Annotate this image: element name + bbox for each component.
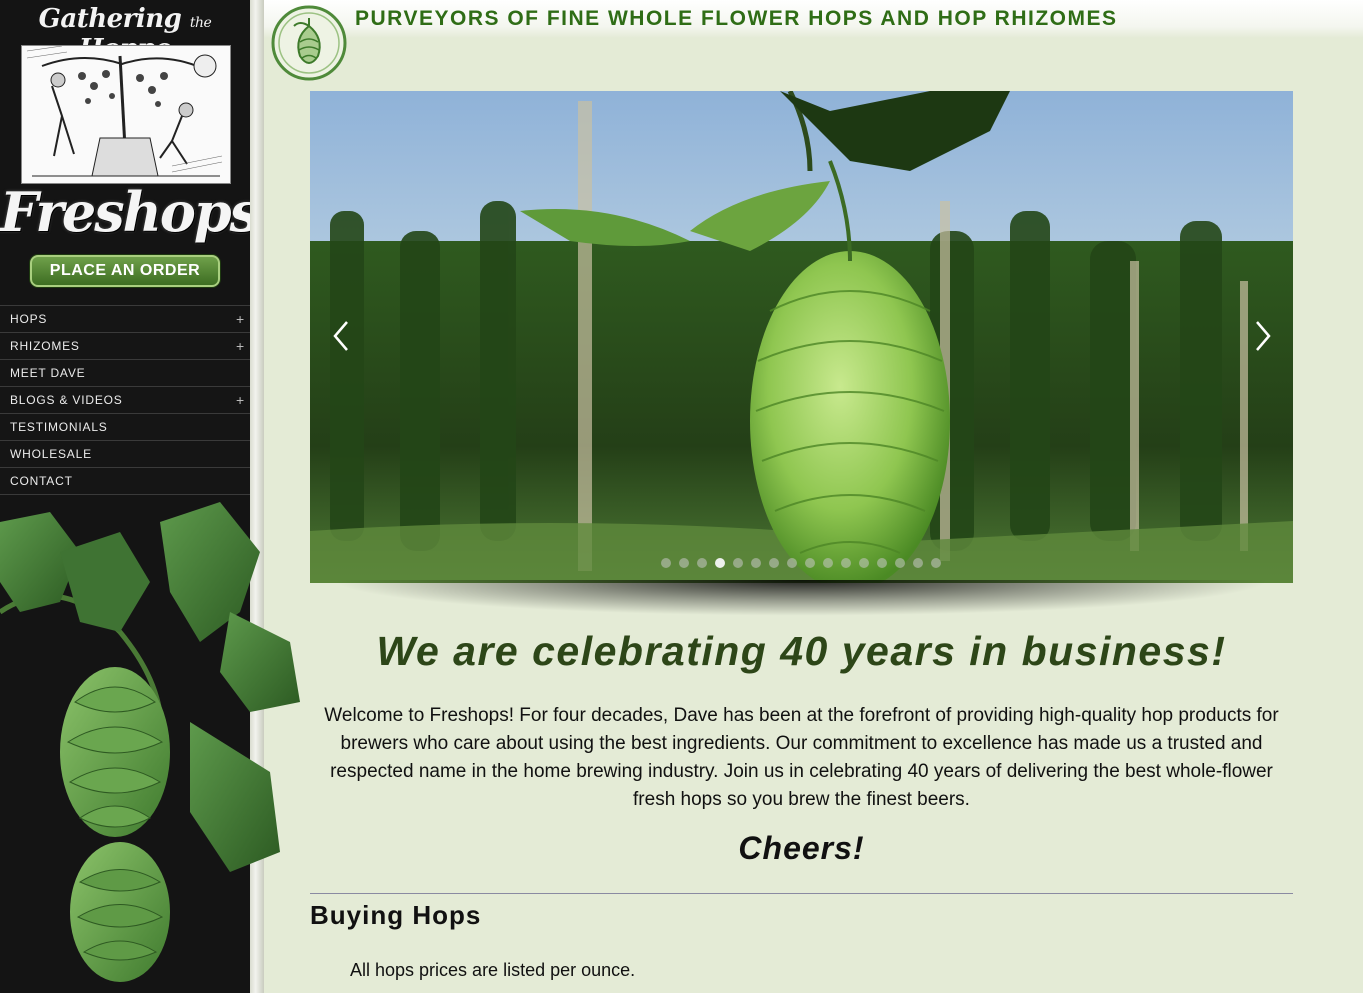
nav-item-blogs-videos[interactable]: BLOGS & VIDEOS +	[0, 387, 250, 414]
slider-dot[interactable]	[661, 558, 671, 568]
nav-item-meet-dave[interactable]: MEET DAVE	[0, 360, 250, 387]
buying-hops-heading: Buying Hops	[310, 900, 482, 930]
slider-dot[interactable]	[733, 558, 743, 568]
slider-dot[interactable]	[751, 558, 761, 568]
nav-item-hops[interactable]: HOPS +	[0, 306, 250, 333]
welcome-paragraph: Welcome to Freshops! For four decades, D…	[324, 705, 1279, 810]
hop-badge-logo[interactable]	[270, 4, 348, 82]
anniversary-headline: We are celebrating 40 years in business!	[376, 628, 1227, 674]
nav-item-label: RHIZOMES	[10, 339, 80, 353]
freshops-logo[interactable]: Freshops	[0, 180, 250, 244]
slider-dot[interactable]	[805, 558, 815, 568]
nav-item-label: TESTIMONIALS	[10, 420, 108, 434]
slider-dot[interactable]	[823, 558, 833, 568]
nav-item-contact[interactable]: CONTACT	[0, 468, 250, 495]
nav-item-label: BLOGS & VIDEOS	[10, 393, 123, 407]
chevron-left-icon[interactable]	[327, 318, 357, 354]
slider-dot[interactable]	[787, 558, 797, 568]
nav-item-testimonials[interactable]: TESTIMONIALS	[0, 414, 250, 441]
hero-slider[interactable]	[310, 91, 1293, 583]
price-note: All hops prices are listed per ounce.	[350, 960, 636, 980]
nav-item-rhizomes[interactable]: RHIZOMES +	[0, 333, 250, 360]
nav-item-label: HOPS	[10, 312, 48, 326]
slider-dot[interactable]	[697, 558, 707, 568]
nav-item-wholesale[interactable]: WHOLESALE	[0, 441, 250, 468]
site-tagline: PURVEYORS OF FINE WHOLE FLOWER HOPS AND …	[355, 7, 1118, 30]
slider-dot[interactable]	[877, 558, 887, 568]
page: Gathering the Hoppe	[0, 0, 1363, 993]
slider-dot[interactable]	[931, 558, 941, 568]
slider-pagination	[661, 558, 949, 570]
hop-vine-illustration	[0, 502, 300, 982]
slider-dot[interactable]	[769, 558, 779, 568]
expand-icon[interactable]: +	[236, 306, 245, 332]
brand-top-mid: the	[189, 15, 212, 31]
chevron-right-icon[interactable]	[1247, 318, 1277, 354]
slider-shadow	[330, 580, 1273, 616]
slider-dot[interactable]	[859, 558, 869, 568]
slider-dot[interactable]	[679, 558, 689, 568]
slider-dot[interactable]	[895, 558, 905, 568]
section-divider	[310, 893, 1293, 894]
place-order-button[interactable]: PLACE AN ORDER	[30, 255, 220, 287]
nav-item-label: MEET DAVE	[10, 366, 86, 380]
expand-icon[interactable]: +	[236, 387, 245, 413]
slider-dot[interactable]	[715, 558, 725, 568]
hero-slide-image	[310, 91, 1293, 583]
slider-dot[interactable]	[913, 558, 923, 568]
woodcut-illustration[interactable]	[21, 45, 231, 184]
cheers-text: Cheers!	[738, 830, 865, 866]
slider-dot[interactable]	[841, 558, 851, 568]
nav-item-label: CONTACT	[10, 474, 73, 488]
brand-top-left: Gathering	[38, 4, 182, 34]
sidebar-nav: HOPS + RHIZOMES + MEET DAVE BLOGS & VIDE…	[0, 305, 250, 495]
expand-icon[interactable]: +	[236, 333, 245, 359]
nav-item-label: WHOLESALE	[10, 447, 92, 461]
